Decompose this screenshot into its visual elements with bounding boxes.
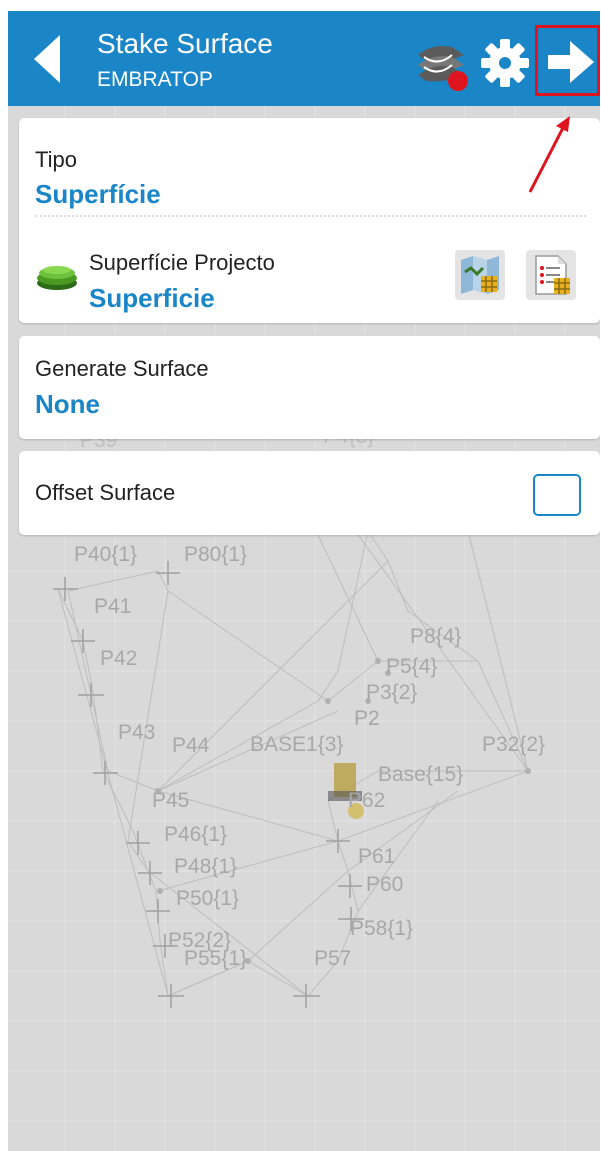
map-point-label: P55{1} [184,947,247,970]
type-value[interactable]: Superfície [35,179,161,209]
surface-layers-icon [418,46,468,91]
settings-button[interactable] [478,36,532,90]
map-point-label: P80{1} [184,543,247,566]
list-select-icon [535,255,570,295]
generate-surface-card: Generate Surface None [19,336,600,439]
type-label: Tipo [35,147,77,172]
map-point-label: P3{2} [366,681,417,704]
map-point-label: P61 [358,845,395,868]
map-point-label: P45 [152,789,189,812]
map-point-label: P50{1} [176,887,239,910]
map-point-label: BASE1{3} [250,733,343,756]
design-surface-label: Superfície Projecto [89,250,275,275]
offset-surface-checkbox[interactable] [533,474,581,516]
map-point-label: P2 [354,707,380,730]
map-point-label: P46{1} [164,823,227,846]
app-header: Stake Surface EMBRATOP [8,11,600,106]
back-arrow-icon [34,35,60,83]
map-select-icon [461,256,499,294]
back-button[interactable] [26,33,76,85]
map-point-label: P32{2} [482,733,545,756]
map-point-label: P60 [366,873,403,896]
map-point-label: P40{1} [74,543,137,566]
generate-surface-label: Generate Surface [35,356,209,381]
surface-layers-button[interactable] [412,35,470,93]
map-point-label: P41 [94,595,131,618]
select-from-map-button[interactable] [455,250,505,300]
map-point-label: P8{4} [410,625,461,648]
map-point-label: P42 [100,647,137,670]
annotation-highlight-box [535,25,600,96]
surface-icon [37,266,77,290]
map-point-label: P43 [118,721,155,744]
map-point-label: P48{1} [174,855,237,878]
map-point-label: P44 [172,734,210,757]
job-name: EMBRATOP [97,68,213,91]
divider [35,215,586,217]
surface-type-card: Tipo Superfície Superfície Projecto Supe… [19,118,600,323]
offset-surface-label: Offset Surface [35,480,176,505]
map-point-label: P62 [348,789,385,812]
annotation-arrow [528,116,570,193]
select-from-list-button[interactable] [526,250,576,300]
design-surface-value[interactable]: Superficie [89,283,215,313]
page-title: Stake Surface [97,28,273,59]
offset-surface-card: Offset Surface [19,451,600,535]
gear-icon [481,39,529,87]
map-point-label: Base{15} [378,763,463,786]
map-point-label: P57 [314,947,351,970]
app-screen: P40{1} P80{1} P41 P42 P8{4} P5{4} P3{2} P2 P43 P4… [8,11,600,1151]
map-point-label: P58{1} [350,917,413,940]
map-point-label: P5{4} [386,655,437,678]
generate-surface-value[interactable]: None [35,389,100,419]
